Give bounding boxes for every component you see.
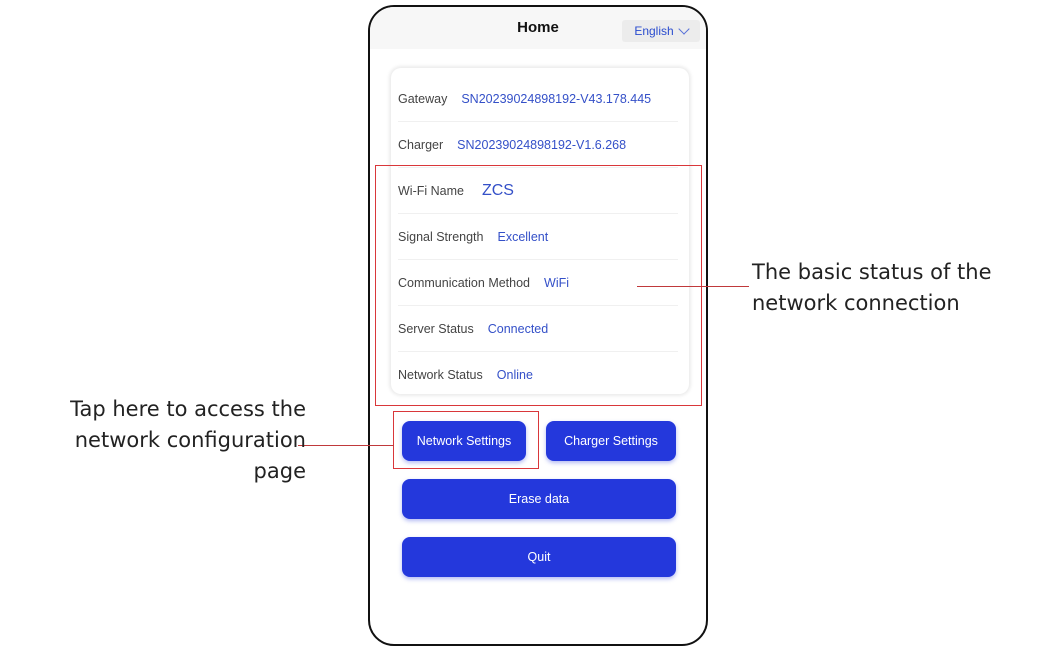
quit-button[interactable]: Quit [402,537,676,577]
annotation-network-settings: Tap here to access the network configura… [8,394,306,487]
callout-line-left [298,445,394,446]
annotation-line: page [253,459,306,483]
language-selector[interactable]: English [622,20,700,42]
annotation-line: Tap here to access the [70,397,306,421]
app-header: Home English [370,7,706,49]
annotation-network-status: The basic status of the network connecti… [752,257,992,319]
annotation-line: network configuration [74,428,306,452]
info-label: Gateway [398,91,448,106]
charger-settings-button[interactable]: Charger Settings [546,421,676,461]
language-label: English [634,24,674,38]
erase-data-button[interactable]: Erase data [402,479,676,519]
network-settings-highlight-box [393,411,539,469]
callout-line-right [637,286,749,287]
info-value: SN20239024898192-V43.178.445 [461,91,652,106]
info-value: SN20239024898192-V1.6.268 [457,137,627,152]
chevron-down-icon [678,23,690,35]
info-label: Charger [398,137,444,152]
annotation-line: network connection [752,291,960,315]
annotation-line: The basic status of the [752,260,992,284]
info-row-charger: Charger SN20239024898192-V1.6.268 [398,122,678,168]
info-row-gateway: Gateway SN20239024898192-V43.178.445 [398,76,678,122]
